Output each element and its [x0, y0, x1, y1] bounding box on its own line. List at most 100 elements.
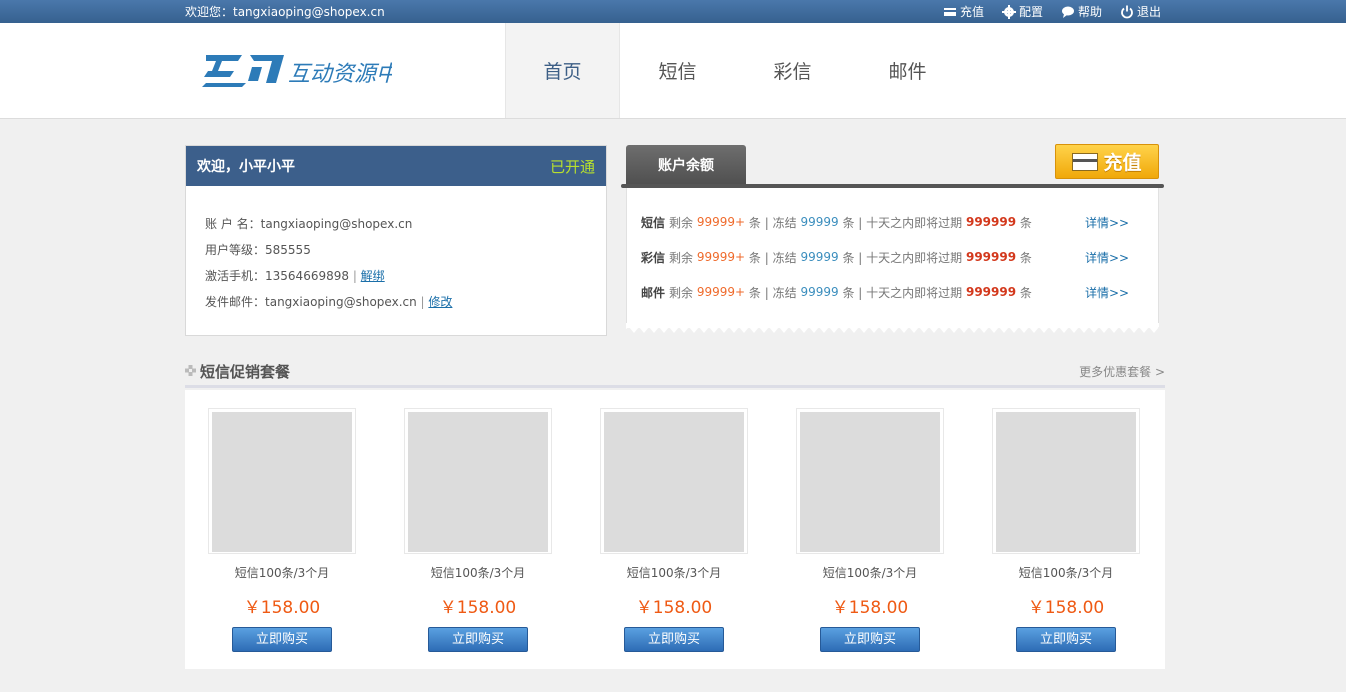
expire-count: 999999 — [965, 285, 1017, 299]
product-card: 短信100条/3个月 ￥158.00 立即购买 — [992, 408, 1140, 652]
product-name: 短信100条/3个月 — [626, 566, 722, 580]
separator: | — [349, 269, 361, 283]
recharge-link[interactable]: 充值 — [943, 3, 984, 20]
diamond-icon — [185, 365, 196, 376]
phone-row: 激活手机：13564669898 | 解绑 — [205, 263, 606, 289]
balance-panel: 短信 剩余 99999+ 条 | 冻结 99999 条 | 十天之内即将过期 9… — [626, 188, 1159, 328]
balance-type: 彩信 — [641, 250, 666, 265]
nav-sms[interactable]: 短信 — [620, 23, 735, 118]
unit-text: 条 — [1019, 215, 1032, 230]
product-price: ￥158.00 — [1027, 598, 1105, 618]
buy-now-button[interactable]: 立即购买 — [624, 627, 724, 652]
unit-text: 条 — [1019, 285, 1032, 300]
unit-text: 条 | 冻结 — [748, 215, 797, 230]
status-badge: 已开通 — [549, 157, 595, 176]
promo-title: 短信促销套餐 — [200, 363, 291, 381]
product-name: 短信100条/3个月 — [822, 566, 918, 580]
product-name: 短信100条/3个月 — [430, 566, 526, 580]
remain-count: 99999+ — [696, 215, 746, 229]
help-link[interactable]: 帮助 — [1061, 3, 1102, 20]
account-name-row: 账 户 名：tangxiaoping@shopex.cn — [205, 211, 606, 237]
top-links: 充值 配置 帮助 退出 — [943, 3, 1161, 20]
account-card-header: 欢迎，小平小平 已开通 — [186, 146, 606, 186]
promo-section-header: 短信促销套餐 更多优惠套餐 > — [185, 360, 1165, 388]
expire-count: 999999 — [965, 250, 1017, 264]
top-bar: 欢迎您：tangxiaoping@shopex.cn 充值 配置 帮助 退出 — [0, 0, 1346, 23]
recharge-link-label: 充值 — [959, 5, 984, 19]
product-image — [996, 412, 1136, 552]
product-image — [408, 412, 548, 552]
recharge-button-label: 充值 — [1103, 152, 1142, 174]
product-image-frame[interactable] — [404, 408, 552, 554]
welcome-text: 欢迎您：tangxiaoping@shopex.cn — [185, 5, 385, 19]
buy-now-button[interactable]: 立即购买 — [428, 627, 528, 652]
balance-row-mms: 彩信 剩余 99999+ 条 | 冻结 99999 条 | 十天之内即将过期 9… — [641, 247, 1141, 267]
row-value: 585555 — [265, 243, 311, 257]
row-value: tangxiaoping@shopex.cn — [260, 217, 413, 231]
product-image-frame[interactable] — [600, 408, 748, 554]
logout-link-label: 退出 — [1136, 5, 1161, 19]
detail-link[interactable]: 详情>> — [1085, 284, 1129, 301]
power-icon — [1121, 5, 1133, 18]
promo-products: 短信100条/3个月 ￥158.00 立即购买 短信100条/3个月 ￥158.… — [185, 390, 1165, 669]
product-card: 短信100条/3个月 ￥158.00 立即购买 — [404, 408, 552, 652]
row-label: 激活手机： — [205, 269, 266, 283]
detail-link[interactable]: 详情>> — [1085, 249, 1129, 266]
product-name: 短信100条/3个月 — [1018, 566, 1114, 580]
gear-icon — [1001, 4, 1016, 19]
unit-text: 条 | 十天之内即将过期 — [842, 285, 963, 300]
chat-icon — [1061, 6, 1074, 18]
buy-now-button[interactable]: 立即购买 — [232, 627, 332, 652]
frozen-count: 99999 — [800, 215, 839, 229]
greeting: 欢迎，小平小平 — [197, 159, 295, 175]
card-icon — [1072, 152, 1099, 171]
header: 互动资源中心 首页 短信 彩信 邮件 — [0, 23, 1346, 119]
user-level-row: 用户等级：585555 — [205, 237, 606, 263]
product-name: 短信100条/3个月 — [234, 566, 330, 580]
row-value: 13564669898 — [265, 269, 349, 283]
logo-text: 互动资源中心 — [288, 61, 392, 86]
zigzag-edge — [626, 323, 1159, 333]
config-link-label: 配置 — [1018, 5, 1043, 19]
frozen-count: 99999 — [800, 250, 839, 264]
modify-link[interactable]: 修改 — [428, 295, 452, 309]
logo[interactable]: 互动资源中心 — [202, 49, 392, 89]
card-icon — [943, 7, 956, 16]
unbind-link[interactable]: 解绑 — [361, 269, 385, 283]
product-card: 短信100条/3个月 ￥158.00 立即购买 — [600, 408, 748, 652]
email-row: 发件邮件：tangxiaoping@shopex.cn | 修改 — [205, 289, 606, 315]
row-label: 用户等级： — [205, 243, 266, 257]
remain-count: 99999+ — [696, 250, 746, 264]
product-image-frame[interactable] — [992, 408, 1140, 554]
product-image-frame[interactable] — [796, 408, 944, 554]
product-price: ￥158.00 — [439, 598, 517, 618]
unit-text: 条 | 冻结 — [748, 285, 797, 300]
buy-now-button[interactable]: 立即购买 — [1016, 627, 1116, 652]
unit-text: 条 | 十天之内即将过期 — [842, 215, 963, 230]
nav-home[interactable]: 首页 — [505, 23, 620, 118]
nav-email[interactable]: 邮件 — [850, 23, 965, 118]
main-nav: 首页 短信 彩信 邮件 — [505, 23, 965, 118]
nav-mms[interactable]: 彩信 — [735, 23, 850, 118]
detail-link[interactable]: 详情>> — [1085, 214, 1129, 231]
balance-type: 邮件 — [641, 285, 666, 300]
row-label: 发件邮件： — [205, 295, 266, 309]
tab-balance[interactable]: 账户余额 — [626, 145, 746, 185]
product-image-frame[interactable] — [208, 408, 356, 554]
buy-now-button[interactable]: 立即购买 — [820, 627, 920, 652]
logout-link[interactable]: 退出 — [1120, 3, 1161, 20]
product-price: ￥158.00 — [831, 598, 909, 618]
remain-label: 剩余 — [669, 250, 694, 265]
config-link[interactable]: 配置 — [1001, 3, 1043, 20]
balance-row-sms: 短信 剩余 99999+ 条 | 冻结 99999 条 | 十天之内即将过期 9… — [641, 212, 1141, 232]
balance-row-email: 邮件 剩余 99999+ 条 | 冻结 99999 条 | 十天之内即将过期 9… — [641, 282, 1141, 302]
balance-card: 账户余额 充值 短信 剩余 99999+ 条 | 冻结 99999 条 | 十天… — [621, 144, 1164, 335]
product-image — [604, 412, 744, 552]
account-card: 欢迎，小平小平 已开通 账 户 名：tangxiaoping@shopex.cn… — [185, 145, 607, 336]
more-offers-link[interactable]: 更多优惠套餐 > — [1079, 363, 1165, 380]
recharge-button[interactable]: 充值 — [1055, 144, 1159, 179]
unit-text: 条 | 十天之内即将过期 — [842, 250, 963, 265]
row-label: 账 户 名： — [205, 217, 261, 231]
help-link-label: 帮助 — [1077, 5, 1102, 19]
product-card: 短信100条/3个月 ￥158.00 立即购买 — [208, 408, 356, 652]
